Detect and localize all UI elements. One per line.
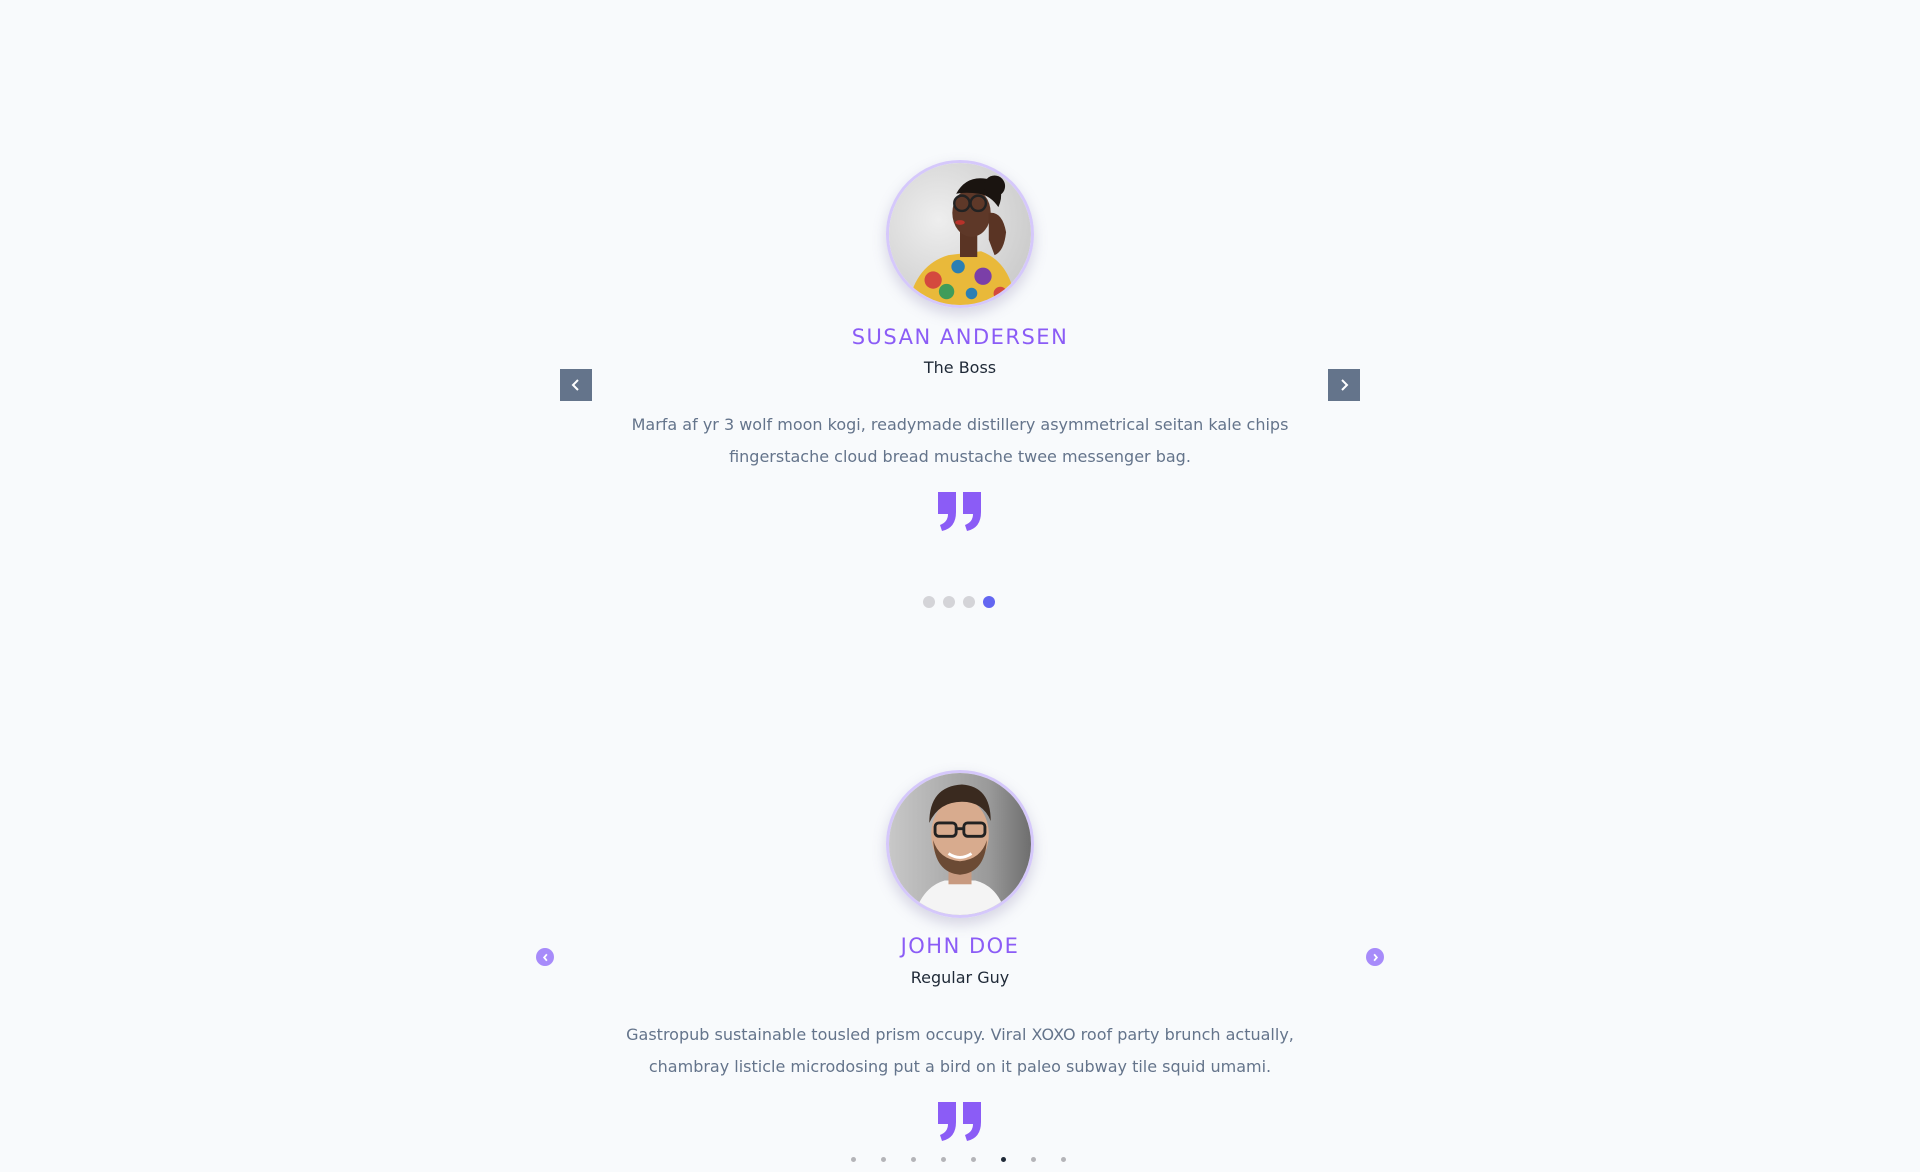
quote-icon bbox=[936, 490, 984, 532]
testimonial-slider-1: SUSAN ANDERSEN The Boss Marfa af yr 3 wo… bbox=[0, 0, 1920, 660]
portrait-image bbox=[889, 773, 1031, 915]
testimonial-text: Marfa af yr 3 wolf moon kogi, readymade … bbox=[631, 415, 1289, 466]
portrait-image bbox=[889, 163, 1031, 305]
person-name: SUSAN ANDERSEN bbox=[851, 325, 1069, 349]
pagination-dots bbox=[923, 596, 995, 608]
prev-button[interactable] bbox=[560, 369, 592, 401]
person-role: The Boss bbox=[923, 358, 997, 377]
testimonial-text: Gastropub sustainable tousled prism occu… bbox=[626, 1025, 1294, 1076]
pagination-dot[interactable] bbox=[911, 1157, 916, 1162]
next-button[interactable] bbox=[1366, 948, 1384, 966]
chevron-circle-right-icon bbox=[1372, 953, 1378, 961]
pagination-dot-active[interactable] bbox=[1001, 1157, 1006, 1162]
pagination-dot-active[interactable] bbox=[983, 596, 995, 608]
prev-button[interactable] bbox=[536, 948, 554, 966]
testimonial-slider-2: JOHN DOE Regular Guy Gastropub sustainab… bbox=[0, 660, 1920, 1172]
avatar-john bbox=[886, 770, 1034, 918]
pagination-dot[interactable] bbox=[941, 1157, 946, 1162]
pagination-dot[interactable] bbox=[1061, 1157, 1066, 1162]
chevron-left-icon bbox=[571, 379, 579, 391]
pagination-dot[interactable] bbox=[943, 596, 955, 608]
avatar-susan bbox=[886, 160, 1034, 308]
pagination-dot[interactable] bbox=[971, 1157, 976, 1162]
quote-icon bbox=[936, 1100, 984, 1142]
pagination-dot[interactable] bbox=[963, 596, 975, 608]
chevron-circle-left-icon bbox=[542, 953, 548, 961]
next-button[interactable] bbox=[1328, 369, 1360, 401]
person-name: JOHN DOE bbox=[900, 934, 1020, 958]
pagination-dot[interactable] bbox=[923, 596, 935, 608]
pagination-dots bbox=[851, 1157, 1066, 1162]
person-role: Regular Guy bbox=[910, 968, 1010, 987]
pagination-dot[interactable] bbox=[881, 1157, 886, 1162]
pagination-dot[interactable] bbox=[851, 1157, 856, 1162]
chevron-right-icon bbox=[1341, 379, 1349, 391]
pagination-dot[interactable] bbox=[1031, 1157, 1036, 1162]
